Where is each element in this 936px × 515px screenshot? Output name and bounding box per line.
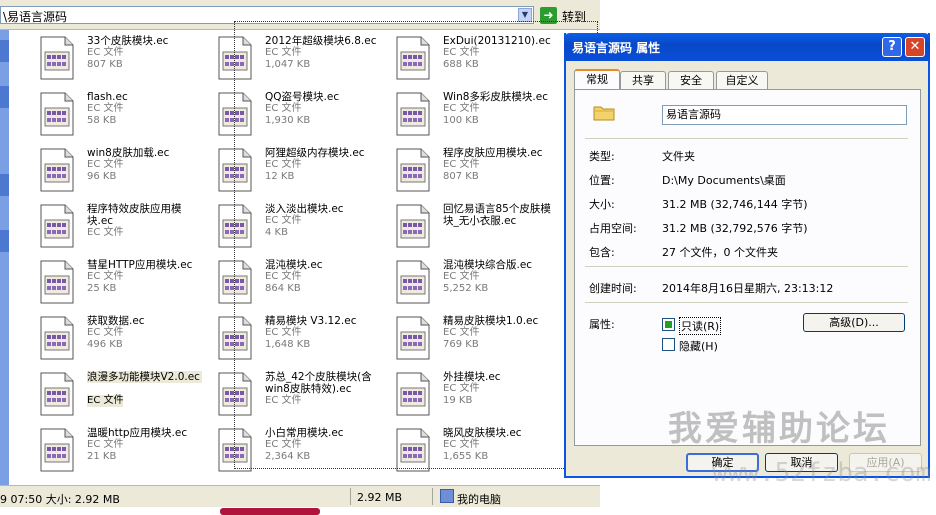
type-value: 文件夹 bbox=[662, 150, 695, 163]
disk-size-value: 31.2 MB (32,792,576 字节) bbox=[662, 222, 808, 235]
computer-icon bbox=[440, 489, 454, 503]
type-label: 类型: bbox=[589, 150, 615, 163]
tab-security[interactable]: 安全 bbox=[668, 71, 714, 89]
status-size: 9 07:50 大小: 2.92 MB bbox=[0, 493, 120, 506]
ec-file-icon bbox=[39, 316, 75, 360]
file-name: 33个皮肤模块.ec bbox=[87, 35, 169, 47]
chevron-down-icon[interactable]: ▼ bbox=[518, 8, 532, 22]
tab-custom[interactable]: 自定义 bbox=[716, 71, 768, 89]
watermark-url: www.52fzba.com bbox=[712, 458, 932, 488]
ec-file-icon bbox=[39, 92, 75, 136]
desktop-decoration bbox=[220, 508, 320, 515]
status-divider bbox=[350, 488, 351, 505]
hidden-label: 隐藏(H) bbox=[679, 340, 718, 353]
readonly-checkbox[interactable] bbox=[662, 318, 675, 331]
watermark-text: 我爱辅助论坛 bbox=[668, 409, 890, 449]
file-size: 807 KB bbox=[87, 59, 123, 70]
size-label: 大小: bbox=[589, 198, 615, 211]
divider bbox=[585, 302, 908, 303]
address-text: \易语言源码 bbox=[3, 10, 68, 24]
hidden-checkbox[interactable] bbox=[662, 338, 675, 351]
folder-icon bbox=[593, 106, 615, 121]
tab-general[interactable]: 常规 bbox=[574, 69, 620, 91]
dialog-titlebar[interactable]: 易语言源码 属性 ? ✕ bbox=[564, 33, 930, 61]
created-label: 创建时间: bbox=[589, 282, 637, 295]
created-value: 2014年8月16日星期六, 23:13:12 bbox=[662, 282, 834, 295]
file-item[interactable]: win8皮肤加载.ec EC 文件 96 KB bbox=[24, 145, 200, 199]
file-name: 程序特效皮肤应用模块.ec bbox=[87, 203, 182, 227]
file-item[interactable]: 程序特效皮肤应用模块.ec EC 文件 bbox=[24, 201, 200, 255]
disk-size-label: 占用空间: bbox=[589, 222, 637, 235]
file-name: 温暖http应用模块.ec bbox=[87, 427, 188, 439]
task-pane-tab[interactable] bbox=[0, 86, 9, 108]
status-total: 2.92 MB bbox=[357, 491, 403, 504]
location-value: D:\My Documents\桌面 bbox=[662, 174, 786, 187]
folder-name-field[interactable]: 易语言源码 bbox=[662, 105, 907, 125]
close-button[interactable]: ✕ bbox=[905, 37, 925, 57]
help-button[interactable]: ? bbox=[882, 37, 902, 57]
file-item[interactable]: flash.ec EC 文件 58 KB bbox=[24, 89, 200, 143]
attributes-label: 属性: bbox=[589, 318, 615, 331]
general-panel: 易语言源码 类型: 文件夹 位置: D:\My Documents\桌面 大小:… bbox=[574, 89, 921, 446]
explorer-window: \易语言源码 ▼ ➜ 转到 33个皮肤模块.ec EC 文件 807 KB 2012年… bbox=[0, 0, 600, 515]
ec-file-icon bbox=[39, 428, 75, 472]
status-bar: 9 07:50 大小: 2.92 MB 2.92 MB 我的电脑 bbox=[0, 485, 600, 508]
ec-file-icon bbox=[39, 260, 75, 304]
file-size: 96 KB bbox=[87, 171, 117, 182]
status-location: 我的电脑 bbox=[457, 493, 501, 506]
file-type: EC 文件 bbox=[87, 439, 124, 450]
divider bbox=[585, 266, 908, 267]
file-size: 58 KB bbox=[87, 115, 117, 126]
task-pane-edge bbox=[0, 30, 9, 485]
file-type: EC 文件 bbox=[87, 227, 124, 238]
file-type: EC 文件 bbox=[87, 47, 124, 58]
file-type: EC 文件 bbox=[87, 271, 124, 282]
file-size: 21 KB bbox=[87, 451, 117, 462]
file-name: 彗星HTTP应用模块.ec bbox=[87, 259, 193, 271]
ec-file-icon bbox=[39, 148, 75, 192]
file-name: win8皮肤加载.ec bbox=[87, 147, 170, 159]
file-type: EC 文件 bbox=[87, 103, 124, 114]
file-size: 496 KB bbox=[87, 339, 123, 350]
file-name: 浪漫多功能模块V2.0.ec bbox=[87, 371, 202, 383]
file-type: EC 文件 bbox=[87, 327, 124, 338]
file-item[interactable]: 33个皮肤模块.ec EC 文件 807 KB bbox=[24, 33, 200, 87]
file-item[interactable]: 浪漫多功能模块V2.0.ec EC 文件 bbox=[24, 369, 202, 423]
file-item[interactable]: 温暖http应用模块.ec EC 文件 21 KB bbox=[24, 425, 200, 479]
dialog-title: 易语言源码 属性 bbox=[572, 41, 661, 55]
task-pane-tab[interactable] bbox=[0, 230, 9, 252]
task-pane-tab[interactable] bbox=[0, 40, 9, 62]
tab-sharing[interactable]: 共享 bbox=[620, 71, 666, 89]
file-item[interactable]: 获取数据.ec EC 文件 496 KB bbox=[24, 313, 200, 367]
ec-file-icon bbox=[39, 204, 75, 248]
contains-label: 包含: bbox=[589, 246, 615, 259]
file-name: 获取数据.ec bbox=[87, 315, 145, 327]
advanced-button[interactable]: 高级(D)... bbox=[803, 313, 905, 332]
ec-file-icon bbox=[39, 372, 75, 416]
file-type: EC 文件 bbox=[87, 159, 124, 170]
divider bbox=[585, 138, 908, 139]
file-item[interactable]: 彗星HTTP应用模块.ec EC 文件 25 KB bbox=[24, 257, 200, 311]
selection-rectangle bbox=[234, 21, 598, 469]
location-label: 位置: bbox=[589, 174, 615, 187]
readonly-label: 只读(R) bbox=[679, 317, 722, 335]
task-pane-tab[interactable] bbox=[0, 174, 9, 196]
status-divider bbox=[432, 488, 433, 505]
file-size: 25 KB bbox=[87, 283, 117, 294]
file-type: EC 文件 bbox=[87, 395, 124, 407]
file-name: flash.ec bbox=[87, 91, 128, 103]
contains-value: 27 个文件，0 个文件夹 bbox=[662, 246, 778, 259]
size-value: 31.2 MB (32,746,144 字节) bbox=[662, 198, 808, 211]
ec-file-icon bbox=[39, 36, 75, 80]
